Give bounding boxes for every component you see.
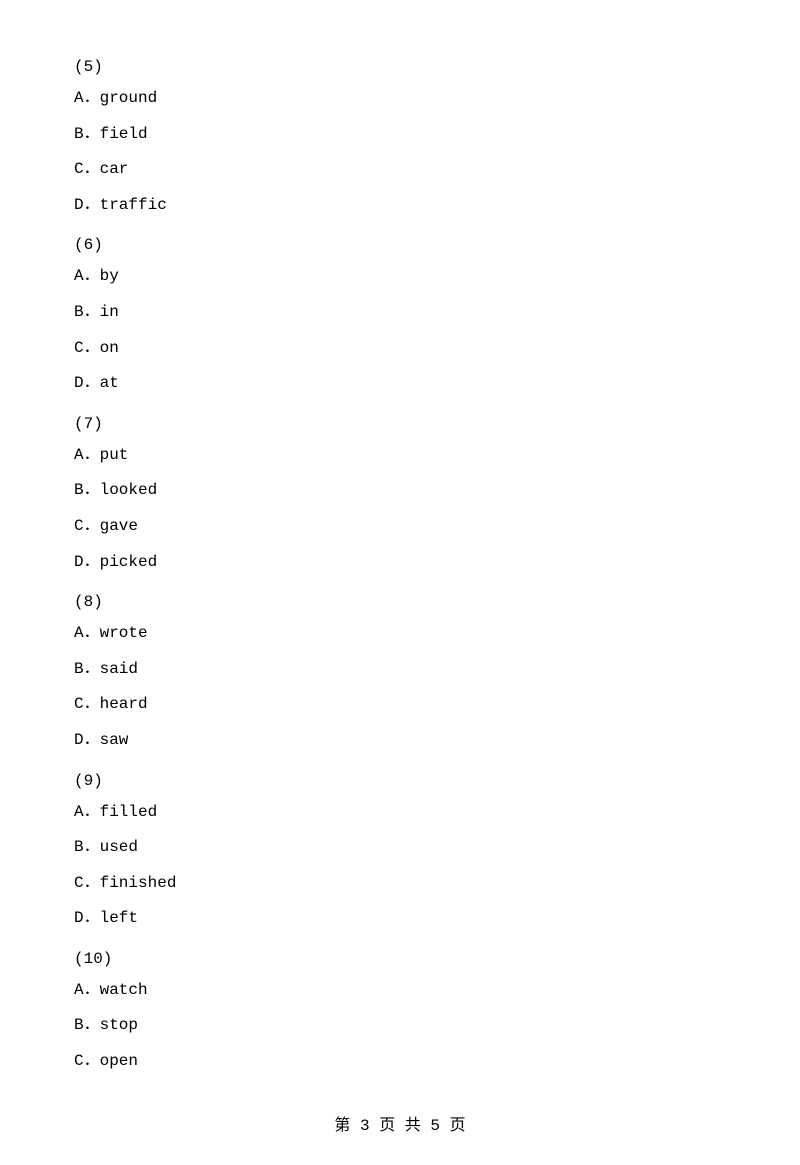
question-number-9: (9) [70,772,730,790]
option-10-0: A．watch [70,978,730,1004]
option-8-2: C．heard [70,692,730,718]
page-footer: 第 3 页 共 5 页 [0,1111,800,1135]
option-7-1: B．looked [70,478,730,504]
option-10-1: B．stop [70,1013,730,1039]
option-5-1: B．field [70,122,730,148]
option-9-2: C．finished [70,871,730,897]
option-6-1: B．in [70,300,730,326]
option-5-3: D．traffic [70,193,730,219]
question-number-8: (8) [70,593,730,611]
option-6-0: A．by [70,264,730,290]
option-8-1: B．said [70,657,730,683]
option-10-2: C．open [70,1049,730,1075]
option-8-0: A．wrote [70,621,730,647]
option-9-1: B．used [70,835,730,861]
question-number-6: (6) [70,236,730,254]
question-number-5: (5) [70,58,730,76]
option-5-2: C．car [70,157,730,183]
option-6-3: D．at [70,371,730,397]
option-7-0: A．put [70,443,730,469]
question-number-10: (10) [70,950,730,968]
option-8-3: D．saw [70,728,730,754]
option-9-3: D．left [70,906,730,932]
option-6-2: C．on [70,336,730,362]
option-5-0: A．ground [70,86,730,112]
option-7-3: D．picked [70,550,730,576]
option-9-0: A．filled [70,800,730,826]
option-7-2: C．gave [70,514,730,540]
question-number-7: (7) [70,415,730,433]
page-content: (5) A．ground B．field C．car D．traffic (6) A．by B… [0,0,800,1165]
